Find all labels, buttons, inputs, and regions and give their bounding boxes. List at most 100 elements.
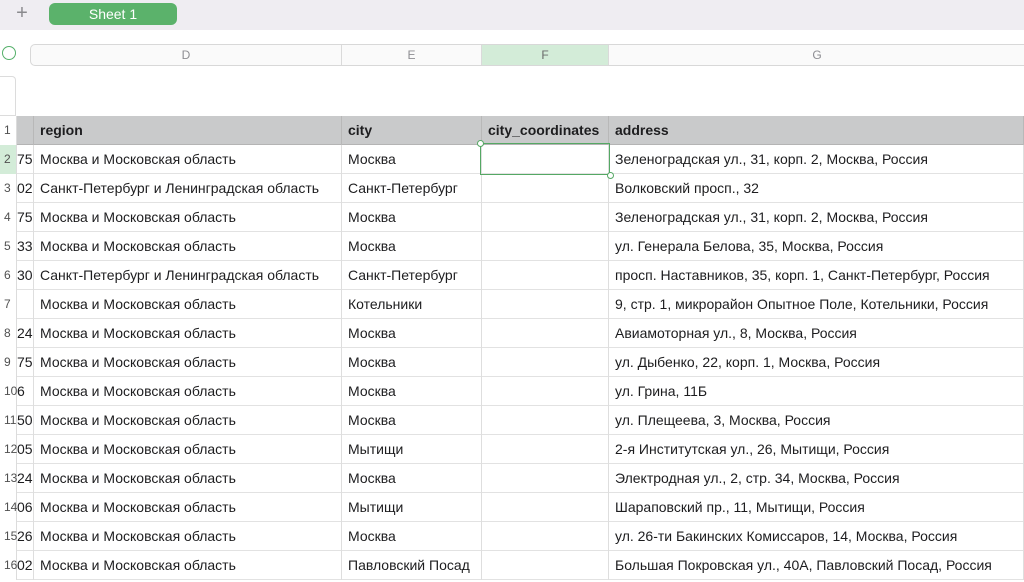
selection-handle-bottom-right[interactable] xyxy=(607,172,614,179)
cell-region[interactable]: Москва и Московская область xyxy=(34,464,342,493)
cell-region[interactable]: Москва и Московская область xyxy=(34,522,342,551)
row-number[interactable]: 10 xyxy=(0,377,17,406)
cell-region[interactable]: Санкт-Петербург и Ленинградская область xyxy=(34,174,342,203)
cell-c[interactable]: 02 xyxy=(17,551,34,580)
cell-c[interactable]: 02 xyxy=(17,174,34,203)
cell-c[interactable]: 75 xyxy=(17,145,34,174)
cell-address[interactable]: Большая Покровская ул., 40А, Павловский … xyxy=(609,551,1024,580)
cell-city-coordinates[interactable] xyxy=(482,348,609,377)
cell-c[interactable]: 75 xyxy=(17,203,34,232)
cell-city[interactable]: Москва xyxy=(342,464,482,493)
column-header-f[interactable]: F xyxy=(482,45,609,65)
cell-address[interactable]: просп. Наставников, 35, корп. 1, Санкт-П… xyxy=(609,261,1024,290)
cell-city[interactable]: Москва xyxy=(342,319,482,348)
cell-c[interactable]: 05 xyxy=(17,435,34,464)
cell-city[interactable]: Москва xyxy=(342,348,482,377)
cell-city-coordinates[interactable] xyxy=(482,232,609,261)
cell-city-coordinates[interactable] xyxy=(482,377,609,406)
cell-address[interactable]: ул. Грина, 11Б xyxy=(609,377,1024,406)
cell-region[interactable]: Москва и Московская область xyxy=(34,406,342,435)
cell-city-coordinates[interactable] xyxy=(482,290,609,319)
cell-address[interactable]: Электродная ул., 2, стр. 34, Москва, Рос… xyxy=(609,464,1024,493)
row-number[interactable]: 16 xyxy=(0,551,17,580)
cell-city-coordinates[interactable] xyxy=(482,464,609,493)
tab-sheet-1[interactable]: Sheet 1 xyxy=(49,3,177,25)
cell-city-coordinates[interactable] xyxy=(482,406,609,435)
cell-c[interactable]: 24 xyxy=(17,464,34,493)
cell-c[interactable]: 24 xyxy=(17,319,34,348)
row-number[interactable]: 12 xyxy=(0,435,17,464)
header-cell-city-coordinates[interactable]: city_coordinates xyxy=(482,116,609,145)
cell-c[interactable]: 26 xyxy=(17,522,34,551)
cell-city[interactable]: Санкт-Петербург xyxy=(342,174,482,203)
cell-region[interactable]: Москва и Московская область xyxy=(34,551,342,580)
cell-city-coordinates[interactable] xyxy=(482,522,609,551)
cell-city[interactable]: Москва xyxy=(342,377,482,406)
cell-region[interactable]: Москва и Московская область xyxy=(34,203,342,232)
column-header-e[interactable]: E xyxy=(342,45,482,65)
cell-city[interactable]: Павловский Посад xyxy=(342,551,482,580)
cell-region[interactable]: Москва и Московская область xyxy=(34,290,342,319)
row-number[interactable]: 3 xyxy=(0,174,17,203)
cell-address[interactable]: 9, стр. 1, микрорайон Опытное Поле, Коте… xyxy=(609,290,1024,319)
cell-c[interactable] xyxy=(17,290,34,319)
row-number[interactable]: 5 xyxy=(0,232,17,261)
cell-address[interactable]: ул. Плещеева, 3, Москва, Россия xyxy=(609,406,1024,435)
cell-region[interactable]: Москва и Московская область xyxy=(34,377,342,406)
header-cell-address[interactable]: address xyxy=(609,116,1024,145)
cell-c[interactable]: 6 xyxy=(17,377,34,406)
cell-address[interactable]: Авиамоторная ул., 8, Москва, Россия xyxy=(609,319,1024,348)
row-number[interactable]: 8 xyxy=(0,319,17,348)
cell-address[interactable]: Шараповский пр., 11, Мытищи, Россия xyxy=(609,493,1024,522)
cell-region[interactable]: Москва и Московская область xyxy=(34,232,342,261)
row-number[interactable]: 2 xyxy=(0,145,17,174)
cell-region[interactable]: Москва и Московская область xyxy=(34,348,342,377)
row-number[interactable]: 1 xyxy=(0,116,17,145)
cell-region[interactable]: Москва и Московская область xyxy=(34,145,342,174)
cell-address[interactable]: Зеленоградская ул., 31, корп. 2, Москва,… xyxy=(609,203,1024,232)
cell-address[interactable]: ул. Дыбенко, 22, корп. 1, Москва, Россия xyxy=(609,348,1024,377)
cell-city-coordinates[interactable] xyxy=(482,493,609,522)
cell-address[interactable]: ул. Генерала Белова, 35, Москва, Россия xyxy=(609,232,1024,261)
cell-region[interactable]: Москва и Московская область xyxy=(34,319,342,348)
active-cell-f2[interactable] xyxy=(480,143,610,175)
cell-city-coordinates[interactable] xyxy=(482,203,609,232)
selection-handle-top-left[interactable] xyxy=(477,140,484,147)
cell-city[interactable]: Москва xyxy=(342,145,482,174)
cell-city-coordinates[interactable] xyxy=(482,319,609,348)
cell-city[interactable]: Котельники xyxy=(342,290,482,319)
cell-city[interactable]: Мытищи xyxy=(342,493,482,522)
cell-city[interactable]: Санкт-Петербург xyxy=(342,261,482,290)
column-header-d[interactable]: D xyxy=(31,45,342,65)
cell-city-coordinates[interactable] xyxy=(482,551,609,580)
row-number[interactable]: 4 xyxy=(0,203,17,232)
cell-region[interactable]: Санкт-Петербург и Ленинградская область xyxy=(34,261,342,290)
column-header-g[interactable]: G xyxy=(609,45,1024,65)
cell-c[interactable]: 50 xyxy=(17,406,34,435)
header-cell-c[interactable] xyxy=(17,116,34,145)
header-cell-city[interactable]: city xyxy=(342,116,482,145)
cell-region[interactable]: Москва и Московская область xyxy=(34,435,342,464)
row-number[interactable]: 7 xyxy=(0,290,17,319)
cell-address[interactable]: 2-я Институтская ул., 26, Мытищи, Россия xyxy=(609,435,1024,464)
row-number[interactable]: 13 xyxy=(0,464,17,493)
cell-city[interactable]: Мытищи xyxy=(342,435,482,464)
row-number[interactable]: 6 xyxy=(0,261,17,290)
row-number[interactable]: 15 xyxy=(0,522,17,551)
cell-city[interactable]: Москва xyxy=(342,406,482,435)
cell-address[interactable]: ул. 26-ти Бакинских Комиссаров, 14, Моск… xyxy=(609,522,1024,551)
cell-city[interactable]: Москва xyxy=(342,203,482,232)
row-number[interactable]: 9 xyxy=(0,348,17,377)
row-number[interactable]: 14 xyxy=(0,493,17,522)
cell-city-coordinates[interactable] xyxy=(482,174,609,203)
cell-city[interactable]: Москва xyxy=(342,232,482,261)
cell-address[interactable]: Зеленоградская ул., 31, корп. 2, Москва,… xyxy=(609,145,1024,174)
cell-c[interactable]: 30 xyxy=(17,261,34,290)
row-number[interactable]: 11 xyxy=(0,406,17,435)
cell-city[interactable]: Москва xyxy=(342,522,482,551)
cell-address[interactable]: Волковский просп., 32 xyxy=(609,174,1024,203)
cell-c[interactable]: 75 xyxy=(17,348,34,377)
cell-city-coordinates[interactable] xyxy=(482,435,609,464)
cell-c[interactable]: 33 xyxy=(17,232,34,261)
select-all-circle-icon[interactable] xyxy=(2,46,16,60)
